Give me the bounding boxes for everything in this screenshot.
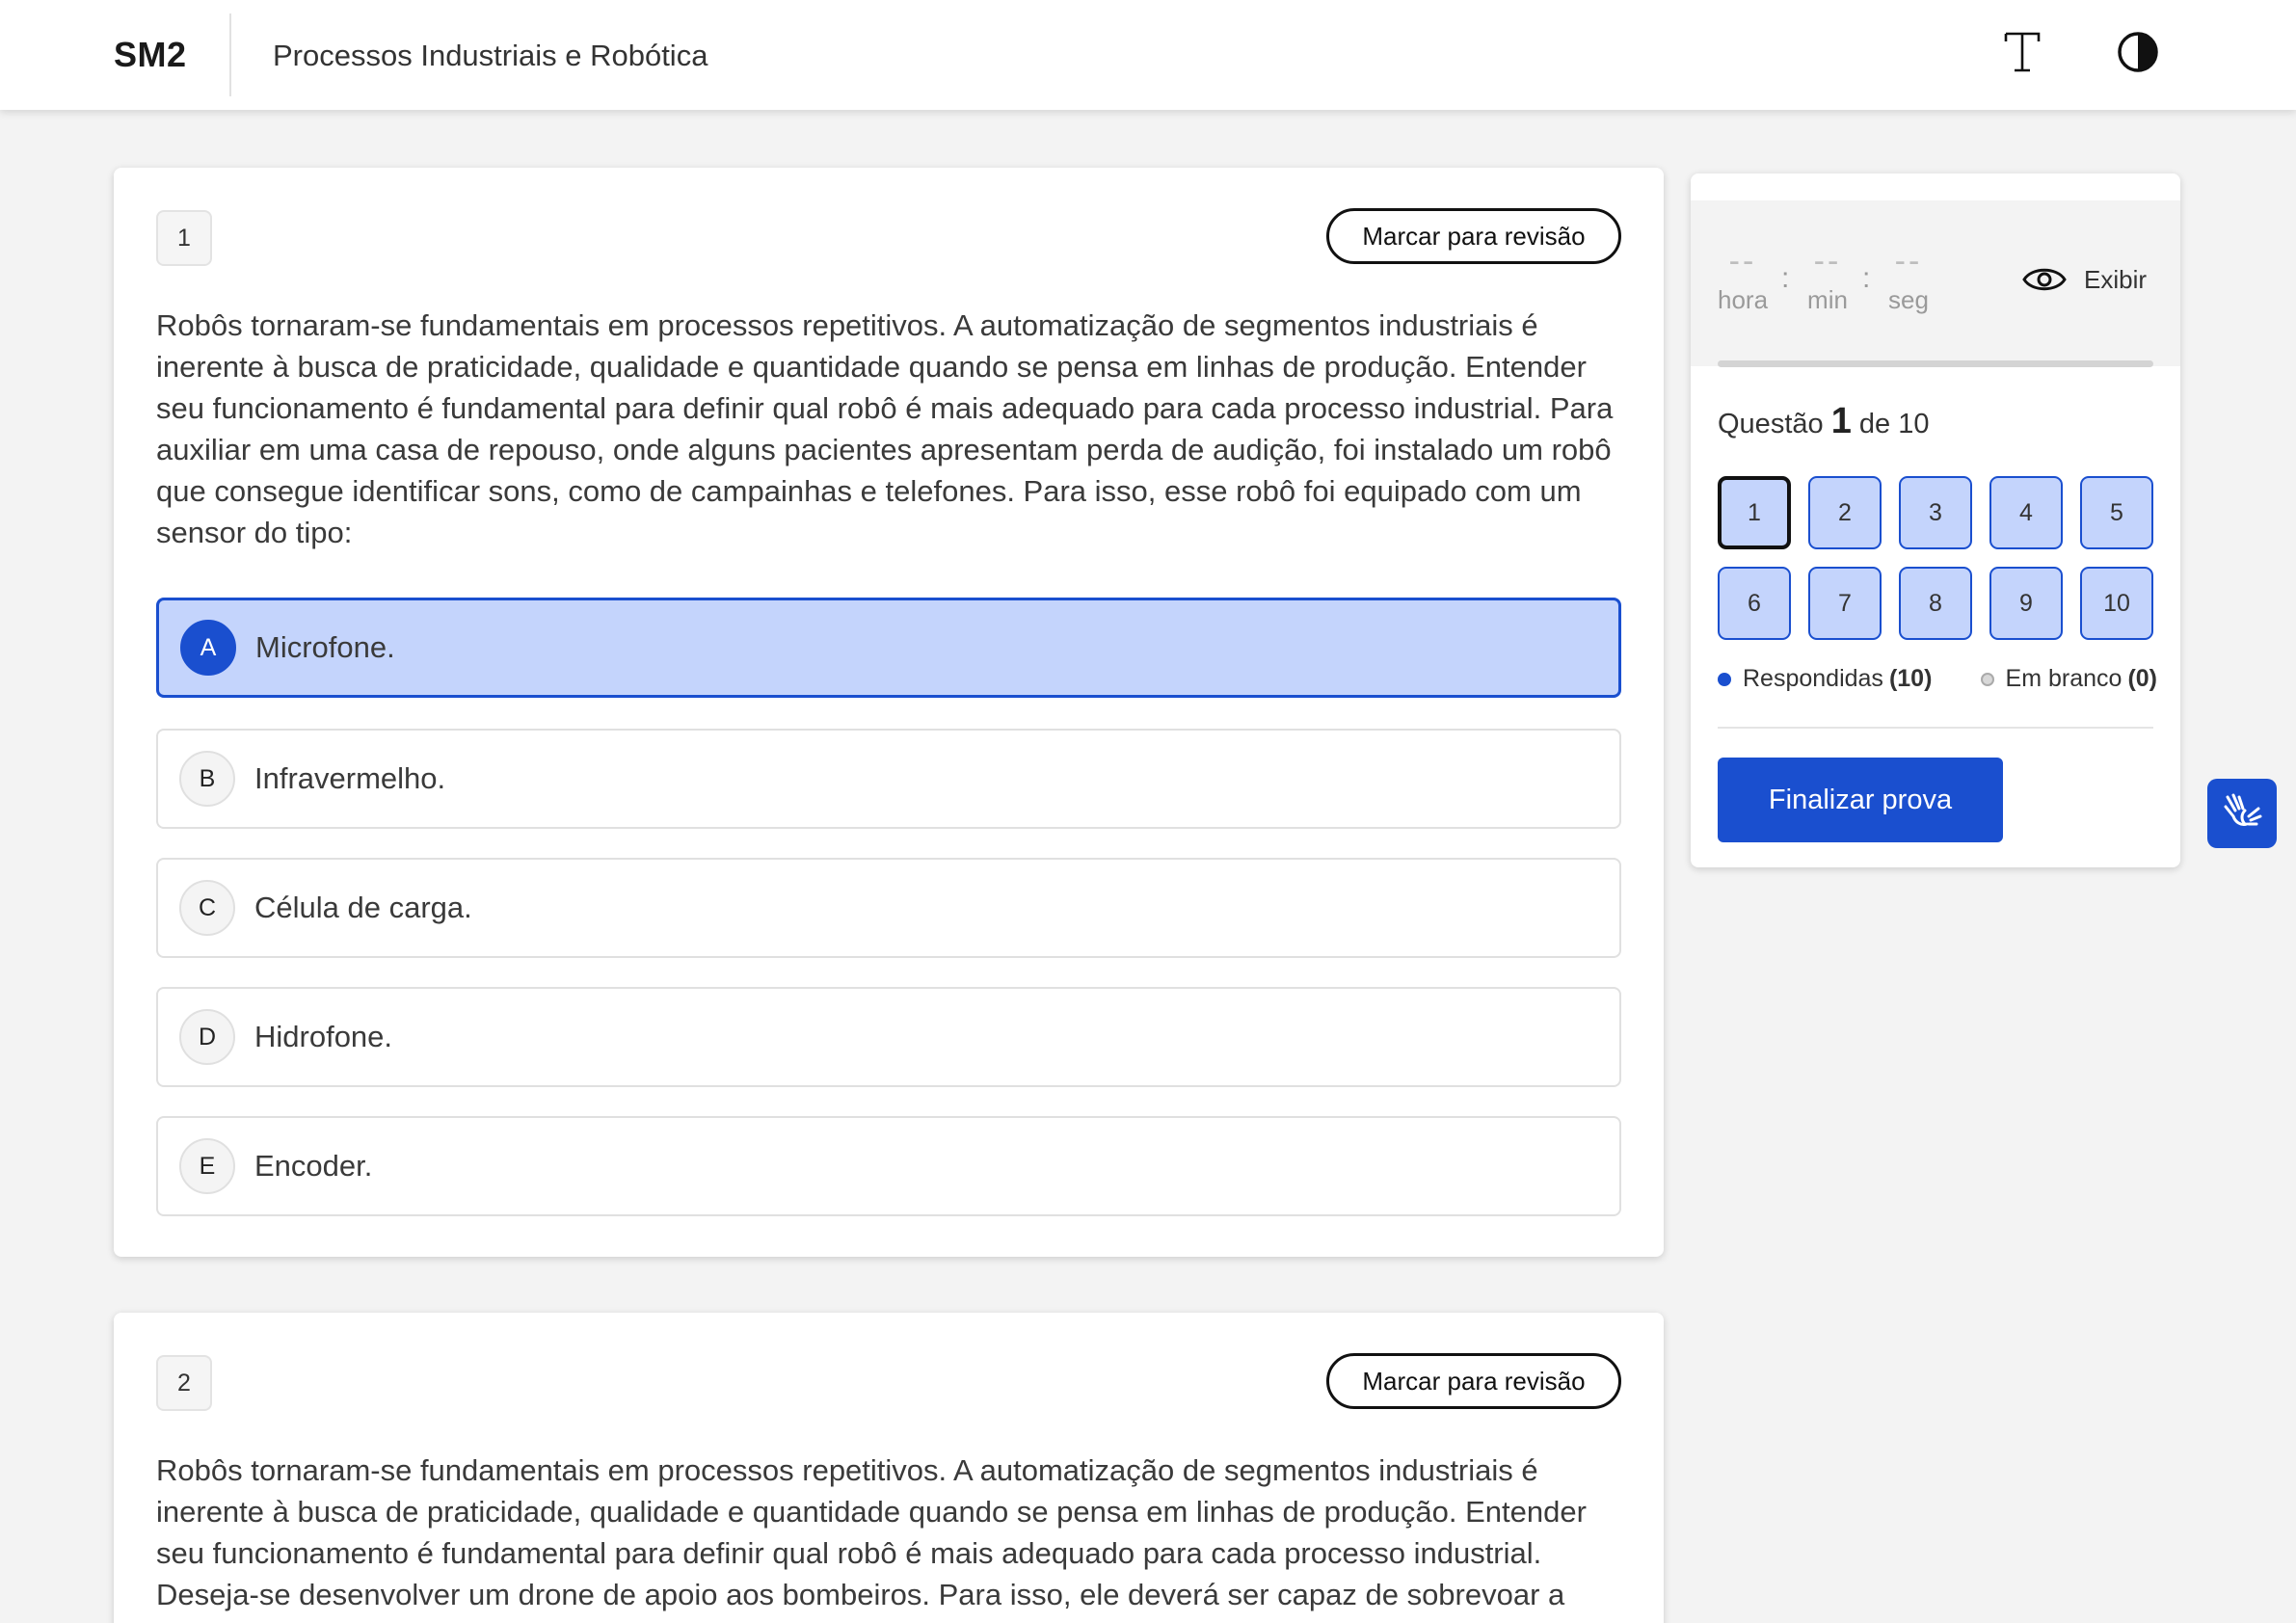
question-text: Robôs tornaram-se fundamentais em proces… <box>156 308 1614 549</box>
show-timer-label: Exibir <box>2084 264 2148 294</box>
mark-for-review-button[interactable]: Marcar para revisão <box>1326 1353 1621 1409</box>
finish-exam-button[interactable]: Finalizar prova <box>1718 758 2003 842</box>
timer-minutes: -- <box>1813 243 1842 279</box>
answered-dot-icon <box>1718 672 1731 686</box>
question-counter-prefix: Questão <box>1718 409 1824 439</box>
panel-divider <box>1718 727 2153 729</box>
blank-dot-icon <box>1980 672 1994 686</box>
nav-question-button[interactable]: 9 <box>1989 567 2063 640</box>
option-letter: A <box>180 620 236 676</box>
nav-question-button[interactable]: 10 <box>2080 567 2153 640</box>
eye-icon <box>2022 268 2067 291</box>
show-timer-button[interactable]: Exibir <box>2022 258 2147 301</box>
option-text: Infravermelho. <box>254 761 446 795</box>
timer-hours-label: hora <box>1718 285 1769 314</box>
current-question-number: 1 <box>1830 401 1852 441</box>
nav-question-button[interactable]: 4 <box>1989 476 2063 549</box>
legend-answered: Respondidas (10) <box>1718 665 1932 693</box>
option-letter: E <box>179 1138 235 1194</box>
exam-progress-panel: -- hora : -- min : -- seg Exibir Questão… <box>1691 173 2180 867</box>
timer-hours: -- <box>1728 243 1757 279</box>
option-d[interactable]: D Hidrofone. <box>156 987 1621 1087</box>
contrast-button[interactable] <box>2113 27 2163 77</box>
mark-for-review-button[interactable]: Marcar para revisão <box>1326 208 1621 264</box>
timer: -- hora : -- min : -- seg Exibir <box>1691 200 2180 367</box>
question-number: 1 <box>156 210 212 266</box>
option-text: Encoder. <box>254 1149 373 1183</box>
legend-blank: Em branco (0) <box>1980 665 2157 693</box>
answer-legend: Respondidas (10) Em branco (0) <box>1718 665 2157 693</box>
option-letter: B <box>179 751 235 807</box>
logo: SM2 <box>114 35 187 74</box>
option-a[interactable]: A Microfone. <box>156 598 1621 698</box>
question-number: 2 <box>156 1355 212 1411</box>
option-text: Célula de carga. <box>254 891 472 924</box>
question-counter: Questão 1 de 10 <box>1718 401 1929 442</box>
sign-language-hands-icon <box>2224 793 2262 826</box>
question-counter-total: de 10 <box>1858 409 1930 439</box>
font-size-button[interactable] <box>1997 23 2047 81</box>
nav-question-button[interactable]: 1 <box>1718 476 1791 549</box>
timer-progress-bar <box>1718 360 2153 367</box>
option-letter: D <box>179 1009 235 1065</box>
timer-seconds: -- <box>1894 243 1923 279</box>
header-divider <box>229 13 231 96</box>
option-e[interactable]: E Encoder. <box>156 1116 1621 1216</box>
timer-separator: : <box>1781 262 1790 294</box>
option-text: Hidrofone. <box>254 1020 393 1053</box>
legend-blank-count: (0) <box>2127 665 2157 692</box>
contrast-icon <box>2118 32 2158 72</box>
nav-question-button[interactable]: 3 <box>1899 476 1972 549</box>
nav-question-button[interactable]: 8 <box>1899 567 1972 640</box>
question-text: Robôs tornaram-se fundamentais em proces… <box>156 1453 1587 1623</box>
timer-minutes-label: min <box>1807 285 1848 314</box>
question-card: 1 Marcar para revisão Robôs tornaram-se … <box>114 168 1664 1257</box>
legend-blank-label: Em branco <box>2005 665 2122 692</box>
nav-question-button[interactable]: 7 <box>1808 567 1882 640</box>
option-text: Microfone. <box>255 630 395 664</box>
top-bar: SM2 Processos Industriais e Robótica <box>0 0 2296 110</box>
nav-question-button[interactable]: 6 <box>1718 567 1791 640</box>
timer-separator: : <box>1862 262 1871 294</box>
legend-answered-label: Respondidas <box>1743 665 1883 692</box>
nav-question-button[interactable]: 5 <box>2080 476 2153 549</box>
legend-answered-count: (10) <box>1888 665 1933 692</box>
timer-seconds-label: seg <box>1888 285 1929 314</box>
sign-language-button[interactable] <box>2207 779 2277 848</box>
option-c[interactable]: C Célula de carga. <box>156 858 1621 958</box>
question-navigator: 1 2 3 4 5 6 7 8 9 10 <box>1718 476 2157 640</box>
nav-question-button[interactable]: 2 <box>1808 476 1882 549</box>
option-b[interactable]: B Infravermelho. <box>156 729 1621 829</box>
question-card: 2 Marcar para revisão Robôs tornaram-se … <box>114 1313 1664 1623</box>
course-title: Processos Industriais e Robótica <box>273 39 708 72</box>
font-size-icon <box>2004 32 2041 72</box>
option-letter: C <box>179 880 235 936</box>
